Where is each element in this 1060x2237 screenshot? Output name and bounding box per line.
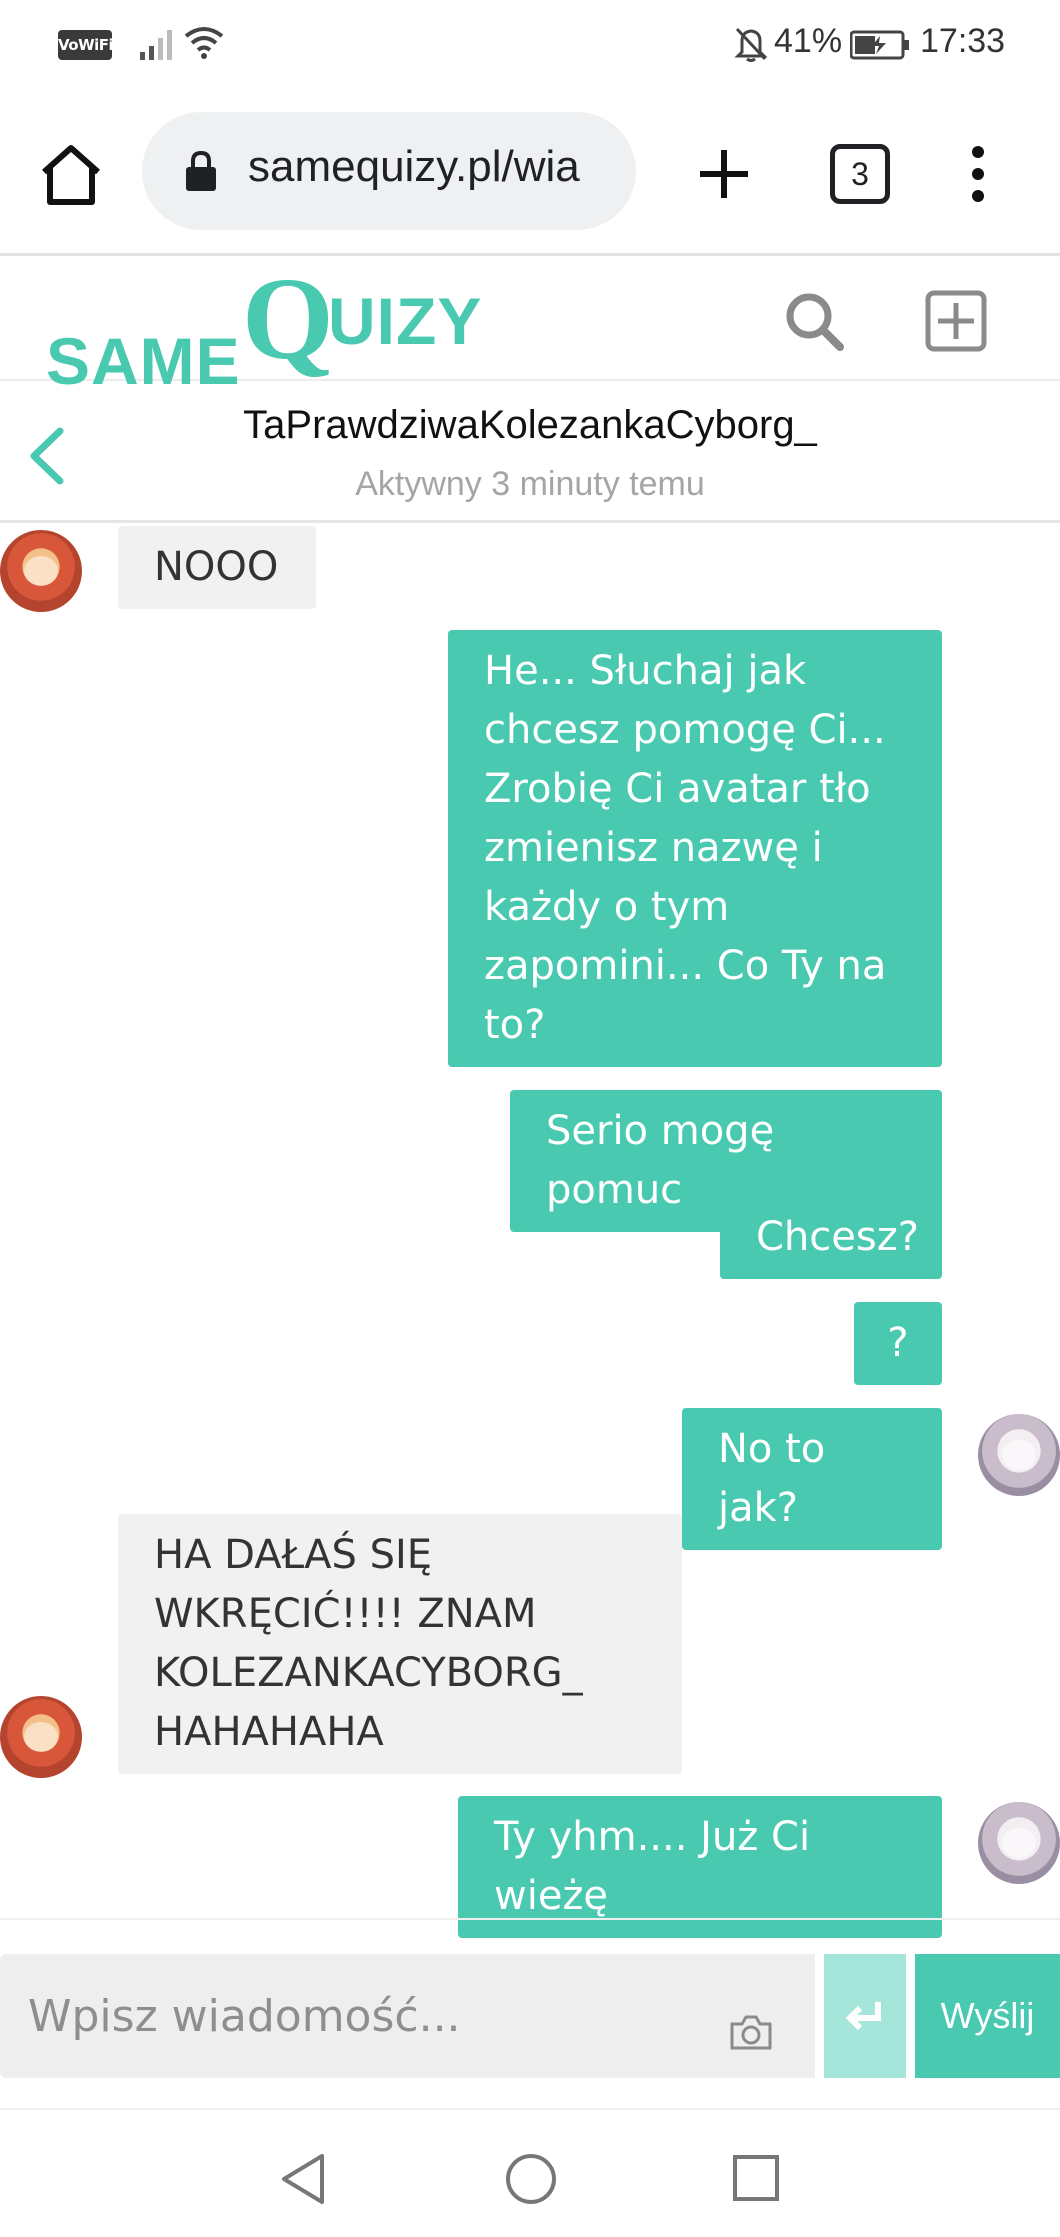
url-text: samequizy.pl/wia bbox=[248, 142, 580, 191]
lock-icon bbox=[186, 150, 216, 191]
tab-switcher-button[interactable]: 3 bbox=[830, 144, 890, 204]
contact-avatar[interactable] bbox=[0, 530, 82, 612]
more-vert-icon[interactable] bbox=[960, 144, 996, 204]
chat-contact-status: Aktywny 3 minuty temu bbox=[355, 465, 705, 503]
nav-home-icon[interactable] bbox=[504, 2152, 558, 2206]
nav-recents-icon[interactable] bbox=[732, 2154, 780, 2202]
message-bubble-outgoing: Ty yhm.... Już Ci wieżę bbox=[458, 1796, 942, 1938]
enter-toggle-button[interactable] bbox=[824, 1954, 906, 2078]
system-nav-bar bbox=[0, 2112, 1060, 2237]
site-header: SAME Q UIZY bbox=[0, 253, 1060, 398]
home-icon[interactable] bbox=[36, 140, 106, 210]
wifi-icon bbox=[184, 27, 224, 59]
plus-icon[interactable] bbox=[694, 144, 754, 204]
message-list[interactable]: NOOO He... Słuchaj jak chcesz pomogę Ci.… bbox=[0, 526, 1060, 1938]
add-box-icon[interactable] bbox=[924, 289, 988, 353]
my-avatar[interactable] bbox=[978, 1414, 1060, 1496]
contact-avatar[interactable] bbox=[0, 1696, 82, 1778]
vowifi-badge: VoWiFi bbox=[58, 30, 114, 60]
message-bubble-outgoing: ? bbox=[854, 1302, 942, 1385]
search-icon[interactable] bbox=[782, 289, 846, 353]
battery-charging-icon bbox=[850, 30, 909, 60]
logo-part-uizy: UIZY bbox=[328, 284, 483, 358]
message-bubble-outgoing: No to jak? bbox=[682, 1408, 942, 1550]
message-bubble-incoming: HA DAŁAŚ SIĘ WKRĘCIĆ!!!! ZNAM KOLEZANKAC… bbox=[118, 1514, 682, 1774]
battery-percent: 41% bbox=[774, 22, 843, 60]
status-bar: VoWiFi 41% 17:33 bbox=[0, 0, 1060, 90]
camera-icon[interactable] bbox=[728, 2012, 774, 2052]
message-bubble-outgoing: Chcesz? bbox=[720, 1196, 942, 1279]
logo-part-q: Q bbox=[242, 253, 334, 384]
my-avatar[interactable] bbox=[978, 1802, 1060, 1884]
signal-icon bbox=[140, 30, 172, 60]
chat-contact-name[interactable]: TaPrawdziwaKolezankaCyborg_ bbox=[0, 403, 1060, 448]
enter-icon bbox=[846, 2002, 881, 2031]
samequizy-logo[interactable]: SAME Q UIZY bbox=[46, 253, 481, 398]
message-input[interactable] bbox=[0, 1954, 815, 2078]
message-composer: Wyślij bbox=[0, 1918, 1060, 2110]
clock: 17:33 bbox=[920, 22, 1006, 60]
message-bubble-outgoing: He... Słuchaj jak chcesz pomogę Ci... Zr… bbox=[448, 630, 942, 1067]
browser-toolbar: samequizy.pl/wia 3 bbox=[0, 100, 1060, 256]
bell-off-icon bbox=[734, 27, 768, 62]
nav-back-icon[interactable] bbox=[278, 2152, 328, 2206]
chat-header: TaPrawdziwaKolezankaCyborg_ Aktywny 3 mi… bbox=[0, 383, 1060, 523]
message-bubble-incoming: NOOO bbox=[118, 526, 316, 609]
address-bar[interactable]: samequizy.pl/wia bbox=[142, 112, 636, 230]
send-button[interactable]: Wyślij bbox=[915, 1954, 1060, 2078]
